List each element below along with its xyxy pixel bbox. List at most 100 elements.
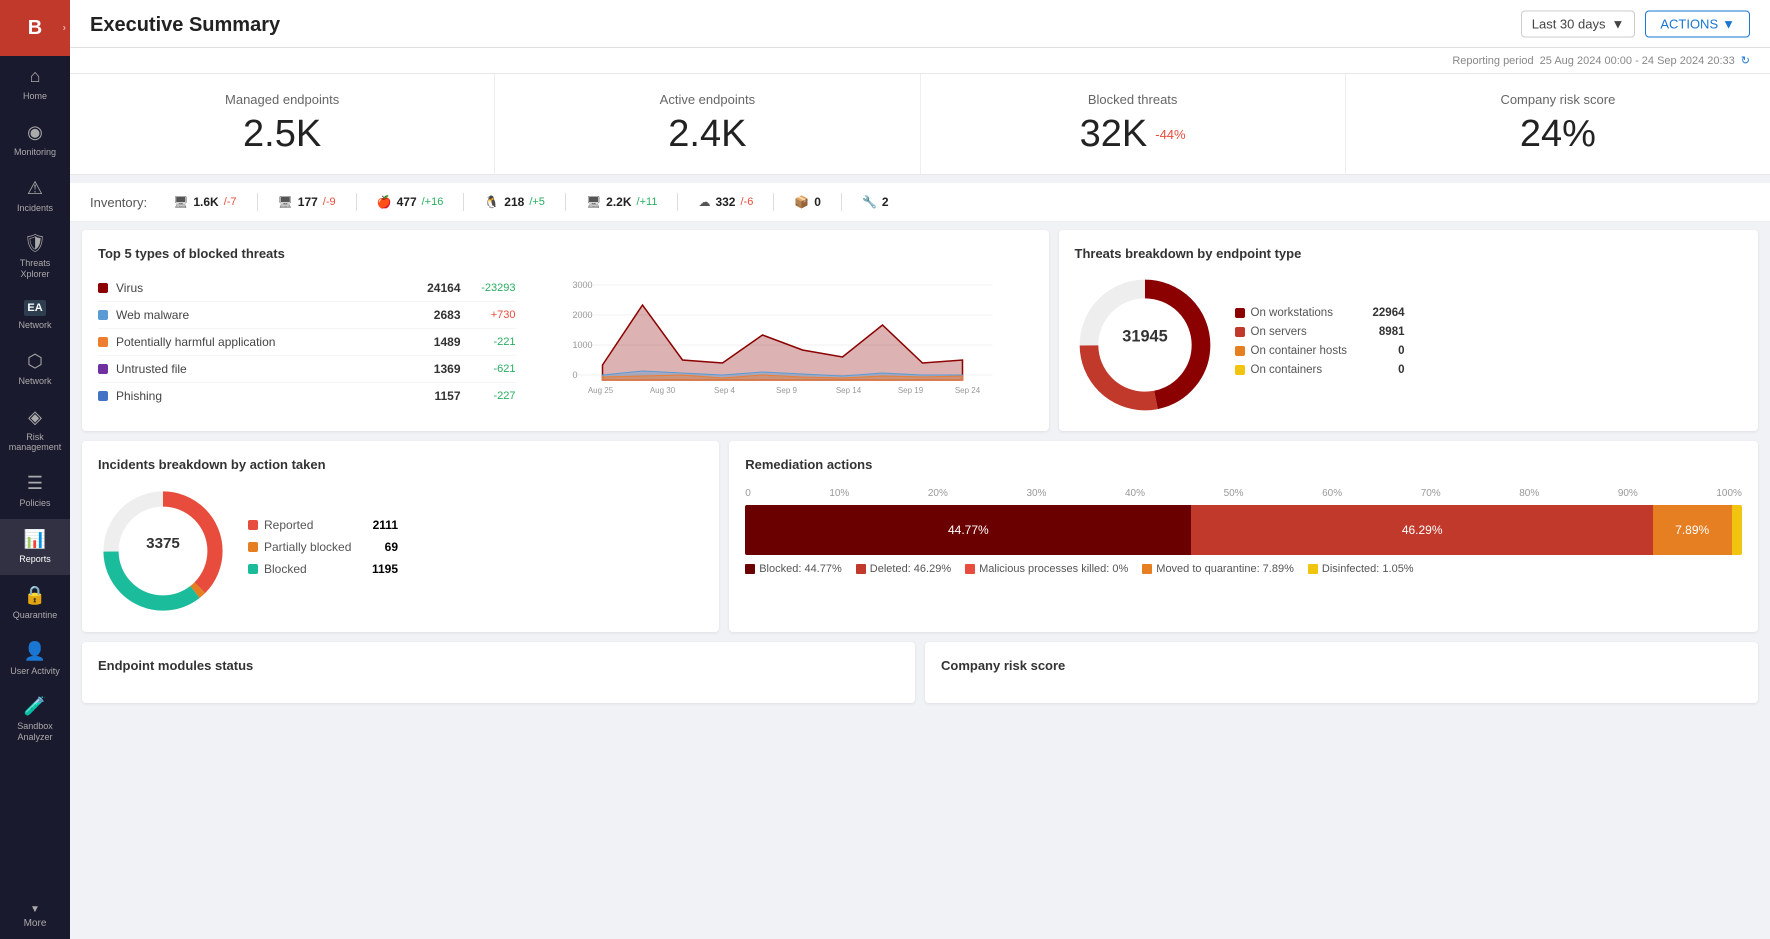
legend-dot (1235, 308, 1245, 318)
legend-dot (1235, 327, 1245, 337)
home-icon: ⌂ (30, 66, 41, 87)
refresh-icon[interactable]: ↻ (1741, 54, 1750, 67)
page-title: Executive Summary (90, 14, 1750, 37)
sidebar-item-home[interactable]: ⌂ Home (0, 56, 70, 112)
app-logo[interactable]: B › (0, 0, 70, 56)
endpoint-modules-panel: Endpoint modules status (82, 642, 915, 703)
threat-change: -227 (461, 390, 516, 402)
donut-svg: 31945 (1075, 275, 1215, 415)
threat-name: Potentially harmful application (116, 335, 411, 349)
sidebar-item-label: Network (18, 320, 51, 331)
sidebar-item-network[interactable]: ⬡ Network (0, 341, 70, 397)
sidebar-item-sandbox[interactable]: 🧪 Sandbox Analyzer (0, 686, 70, 753)
legend-dot (248, 564, 258, 574)
rem-legend-item: Blocked: 44.77% (745, 563, 842, 575)
sidebar-item-incidents[interactable]: ⚠ Incidents (0, 168, 70, 224)
actions-button[interactable]: ACTIONS ▼ (1645, 10, 1750, 37)
threat-name: Untrusted file (116, 362, 411, 376)
threat-row: Untrusted file 1369 -621 (98, 356, 516, 383)
main-content: Executive Summary Last 30 days ▼ ACTIONS… (70, 0, 1770, 939)
divider (565, 193, 566, 211)
divider (677, 193, 678, 211)
incidents-donut: 3375 (98, 486, 228, 616)
svg-text:Aug 25: Aug 25 (587, 386, 613, 395)
threat-count: 2683 (411, 308, 461, 322)
sidebar-item-label: User Activity (10, 666, 60, 677)
chevron-down-icon: ▼ (1611, 16, 1624, 31)
remediation-chart: 0 10% 20% 30% 40% 50% 60% 70% 80% 90% 10… (745, 488, 1742, 575)
rem-legend-item: Deleted: 46.29% (856, 563, 951, 575)
threat-row: Web malware 2683 +730 (98, 302, 516, 329)
kpi-active-endpoints: Active endpoints 2.4K (495, 74, 920, 174)
svg-text:3375: 3375 (146, 535, 180, 552)
cloud-icon: ☁ (698, 195, 710, 209)
incidents-content: 3375 Reported 2111 Partially blocked 69 (98, 486, 703, 616)
sidebar-item-threats[interactable]: 🛡 Threats Xplorer (0, 223, 70, 290)
sidebar-item-risk[interactable]: ◈ Risk management (0, 397, 70, 464)
divider (356, 193, 357, 211)
quarantine-icon: 🔒 (24, 585, 46, 606)
threat-color-dot (98, 283, 108, 293)
server-icon: 🖥 (586, 195, 601, 209)
legend-item: Reported 2111 (248, 518, 398, 532)
legend-item: On containers 0 (1235, 364, 1405, 376)
sidebar-item-label: Home (23, 91, 47, 102)
time-filter[interactable]: Last 30 days ▼ (1521, 10, 1636, 37)
donut-chart: 31945 (1075, 275, 1215, 415)
kpi-blocked-threats: Blocked threats 32K -44% (921, 74, 1346, 174)
kpi-row: Managed endpoints 2.5K Active endpoints … (70, 74, 1770, 175)
monitoring-icon: ◉ (27, 122, 43, 143)
threat-color-dot (98, 337, 108, 347)
sidebar-item-monitoring[interactable]: ◉ Monitoring (0, 112, 70, 168)
legend-dot (248, 520, 258, 530)
svg-text:1000: 1000 (572, 340, 592, 350)
panel-title: Endpoint modules status (98, 658, 899, 673)
sidebar-item-network-ea[interactable]: EA Network (0, 290, 70, 341)
kpi-label: Company risk score (1370, 92, 1746, 107)
policies-icon: ☰ (27, 473, 43, 494)
kpi-number: 24% (1520, 113, 1596, 156)
kpi-risk-score: Company risk score 24% (1346, 74, 1770, 174)
linux-icon: 🐧 (484, 195, 499, 209)
inventory-item-server: 🖥 2.2K /+11 (586, 195, 658, 209)
legend-color-dot (745, 564, 755, 574)
threats-breakdown-panel: Threats breakdown by endpoint type 31945 (1059, 230, 1759, 431)
kpi-label: Managed endpoints (94, 92, 470, 107)
legend-color-dot (856, 564, 866, 574)
sidebar-item-policies[interactable]: ☰ Policies (0, 463, 70, 519)
threat-color-dot (98, 310, 108, 320)
svg-text:Sep 19: Sep 19 (897, 386, 923, 395)
content-area: Top 5 types of blocked threats Virus 241… (70, 230, 1770, 713)
sidebar-item-label: Reports (19, 554, 51, 565)
threat-change: -23293 (461, 282, 516, 294)
network-icon: ⬡ (27, 351, 43, 372)
win-icon2: 🖥 (278, 195, 293, 209)
area-chart-svg: 3000 2000 1000 0 Aug 25 A (532, 275, 1033, 405)
sidebar-item-quarantine[interactable]: 🔒 Quarantine (0, 575, 70, 631)
kpi-value: 32K -44% (945, 113, 1321, 156)
panel-title: Remediation actions (745, 457, 1742, 472)
sidebar-more-button[interactable]: ▼ More (0, 894, 70, 939)
sidebar-item-label: Quarantine (13, 610, 58, 621)
inventory-item-linux: 🐧 218 /+5 (484, 195, 545, 209)
sidebar-item-reports[interactable]: 📊 Reports (0, 519, 70, 575)
legend-item: On workstations 22964 (1235, 307, 1405, 319)
more-arrow-icon: ▼ (30, 904, 40, 915)
svg-text:Sep 9: Sep 9 (776, 386, 797, 395)
rem-axis-top: 0 10% 20% 30% 40% 50% 60% 70% 80% 90% 10… (745, 488, 1742, 499)
inventory-item-windows: 🖥 1.6K /-7 (173, 195, 236, 209)
donut-container: 31945 On workstations 22964 On servers (1075, 275, 1743, 415)
threat-count: 1369 (411, 362, 461, 376)
threat-row: Phishing 1157 -227 (98, 383, 516, 409)
svg-text:3000: 3000 (572, 280, 592, 290)
other-icon: 🔧 (862, 195, 877, 209)
threat-name: Web malware (116, 308, 411, 322)
kpi-value: 24% (1370, 113, 1746, 156)
threat-change: -621 (461, 363, 516, 375)
sidebar-expand-icon[interactable]: › (63, 23, 66, 34)
sidebar-item-label: Monitoring (14, 147, 56, 158)
sidebar-item-user-activity[interactable]: 👤 User Activity (0, 631, 70, 687)
rem-legend: Blocked: 44.77% Deleted: 46.29% Maliciou… (745, 563, 1742, 575)
kpi-number: 2.5K (243, 113, 321, 156)
sidebar-bottom: ▼ More (0, 894, 70, 939)
